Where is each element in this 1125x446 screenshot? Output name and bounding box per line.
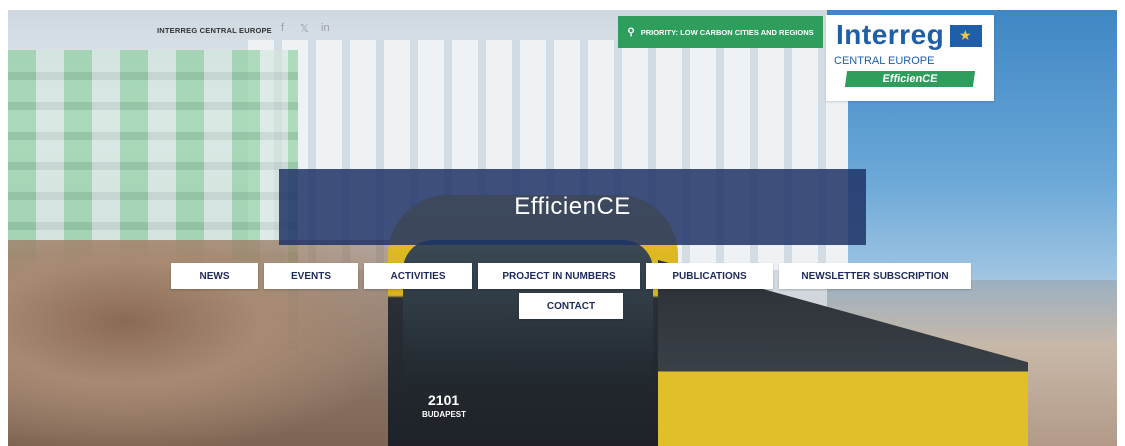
nav-project-in-numbers[interactable]: PROJECT IN NUMBERS	[478, 263, 640, 289]
lightbulb-icon: ⚲	[627, 26, 635, 38]
priority-button[interactable]: ⚲ PRIORITY: LOW CARBON CITIES AND REGION…	[618, 16, 823, 48]
tram-brand: BUDAPEST	[422, 410, 467, 419]
linkedin-icon[interactable]: in	[321, 22, 330, 34]
interreg-logo[interactable]: Interreg CENTRAL EUROPE EfficienCE	[826, 15, 994, 101]
nav-activities[interactable]: ACTIVITIES	[364, 263, 472, 289]
logo-region: CENTRAL EUROPE	[834, 55, 935, 67]
brand-text: INTERREG CENTRAL EUROPE	[157, 26, 272, 35]
top-strip	[0, 0, 1125, 10]
twitter-icon[interactable]: 𝕏	[300, 22, 309, 35]
facebook-icon[interactable]: f	[281, 22, 284, 34]
nav-events[interactable]: EVENTS	[264, 263, 358, 289]
page-title: EfficienCE	[279, 169, 866, 245]
eu-flag-icon	[950, 25, 982, 47]
nav-news[interactable]: NEWS	[171, 263, 258, 289]
nav-contact[interactable]: CONTACT	[519, 293, 623, 319]
nav-newsletter-subscription[interactable]: NEWSLETTER SUBSCRIPTION	[779, 263, 971, 289]
nav-publications[interactable]: PUBLICATIONS	[646, 263, 773, 289]
priority-label: PRIORITY: LOW CARBON CITIES AND REGIONS	[640, 27, 814, 37]
tram-number: 2101	[428, 392, 460, 408]
logo-project: EfficienCE	[844, 71, 976, 87]
logo-title: Interreg	[836, 19, 945, 50]
